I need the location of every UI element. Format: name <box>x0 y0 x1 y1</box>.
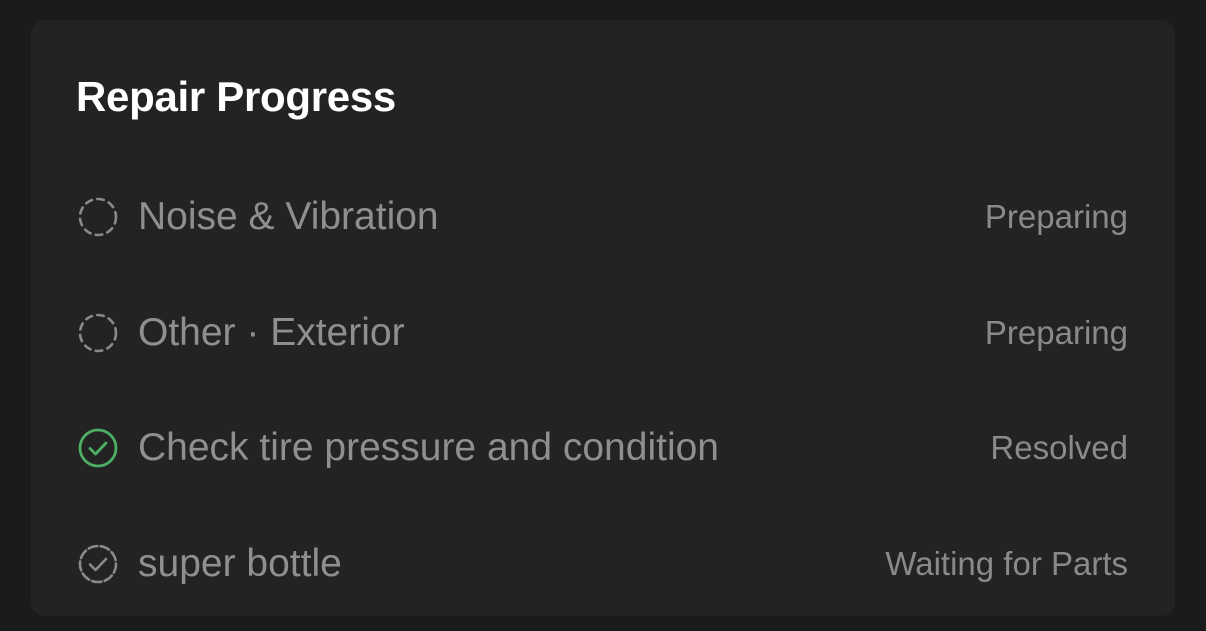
dashed-circle-icon <box>76 195 120 239</box>
progress-item-noise-vibration[interactable]: Noise & Vibration Preparing <box>76 189 1128 245</box>
progress-item-other-exterior[interactable]: Other · Exterior Preparing <box>76 305 1128 361</box>
progress-item-status: Preparing <box>984 198 1128 235</box>
repair-progress-card: Repair Progress Noise & Vibration Prepar… <box>31 20 1175 616</box>
progress-item-label: Other · Exterior <box>138 311 405 354</box>
progress-item-label: super bottle <box>138 542 342 585</box>
progress-item-super-bottle[interactable]: super bottle Waiting for Parts <box>76 536 1128 592</box>
progress-item-status: Resolved <box>990 429 1128 466</box>
progress-item-label: Noise & Vibration <box>138 195 439 238</box>
progress-item-label: Check tire pressure and condition <box>138 426 719 469</box>
check-circle-icon <box>76 426 120 470</box>
progress-item-check-tire-pressure[interactable]: Check tire pressure and condition Resolv… <box>76 420 1128 476</box>
dashed-check-circle-icon <box>76 542 120 586</box>
progress-item-status: Waiting for Parts <box>885 545 1128 582</box>
card-title: Repair Progress <box>76 73 396 120</box>
progress-item-status: Preparing <box>984 314 1128 351</box>
dashed-circle-icon <box>76 311 120 355</box>
